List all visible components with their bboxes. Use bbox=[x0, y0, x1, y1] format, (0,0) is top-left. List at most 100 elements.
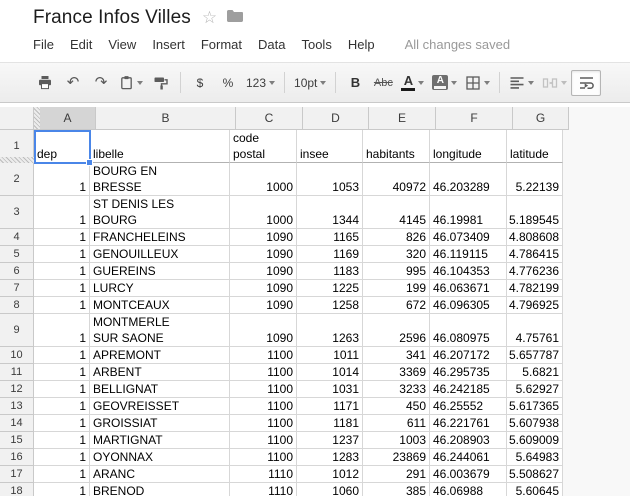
cell-G3[interactable]: 5.189545 bbox=[507, 196, 563, 229]
number-format-button[interactable]: 123 bbox=[242, 71, 279, 95]
row-header-12[interactable]: 12 bbox=[0, 381, 34, 398]
cell-D10[interactable]: 1011 bbox=[297, 347, 363, 364]
row-header-17[interactable]: 17 bbox=[0, 466, 34, 483]
print-button[interactable] bbox=[31, 71, 59, 95]
menu-view[interactable]: View bbox=[108, 37, 136, 52]
cell-G1[interactable]: latitude bbox=[507, 130, 563, 163]
cell-A6[interactable]: 1 bbox=[34, 263, 90, 280]
cell-C2[interactable]: 1000 bbox=[230, 163, 297, 196]
cell-D4[interactable]: 1165 bbox=[297, 229, 363, 246]
cell-B10[interactable]: APREMONT bbox=[90, 347, 230, 364]
menu-edit[interactable]: Edit bbox=[70, 37, 92, 52]
row-header-14[interactable]: 14 bbox=[0, 415, 34, 432]
cell-F1[interactable]: longitude bbox=[430, 130, 507, 163]
cell-G6[interactable]: 4.776236 bbox=[507, 263, 563, 280]
cell-C12[interactable]: 1100 bbox=[230, 381, 297, 398]
cell-A10[interactable]: 1 bbox=[34, 347, 90, 364]
cell-B18[interactable]: BRENOD bbox=[90, 483, 230, 496]
cell-G16[interactable]: 5.64983 bbox=[507, 449, 563, 466]
select-all-corner[interactable] bbox=[0, 107, 34, 130]
cell-G15[interactable]: 5.609009 bbox=[507, 432, 563, 449]
cell-C17[interactable]: 1110 bbox=[230, 466, 297, 483]
cell-E1[interactable]: habitants bbox=[363, 130, 430, 163]
cell-E14[interactable]: 611 bbox=[363, 415, 430, 432]
undo-button[interactable]: ↶ bbox=[59, 71, 87, 95]
cell-C16[interactable]: 1100 bbox=[230, 449, 297, 466]
row-header-10[interactable]: 10 bbox=[0, 347, 34, 364]
cell-E7[interactable]: 199 bbox=[363, 280, 430, 297]
row-header-4[interactable]: 4 bbox=[0, 229, 34, 246]
column-header-A[interactable]: A bbox=[40, 107, 96, 130]
menu-format[interactable]: Format bbox=[201, 37, 242, 52]
cell-D12[interactable]: 1031 bbox=[297, 381, 363, 398]
cell-F6[interactable]: 46.104353 bbox=[430, 263, 507, 280]
cell-A7[interactable]: 1 bbox=[34, 280, 90, 297]
cell-G9[interactable]: 4.75761 bbox=[507, 314, 563, 347]
cell-D18[interactable]: 1060 bbox=[297, 483, 363, 496]
cell-E16[interactable]: 23869 bbox=[363, 449, 430, 466]
cell-A12[interactable]: 1 bbox=[34, 381, 90, 398]
cell-F8[interactable]: 46.096305 bbox=[430, 297, 507, 314]
cell-B7[interactable]: LURCY bbox=[90, 280, 230, 297]
column-header-E[interactable]: E bbox=[369, 107, 436, 130]
borders-button[interactable] bbox=[461, 71, 494, 95]
cell-D1[interactable]: insee bbox=[297, 130, 363, 163]
cell-B11[interactable]: ARBENT bbox=[90, 364, 230, 381]
cell-B14[interactable]: GROISSIAT bbox=[90, 415, 230, 432]
cell-A5[interactable]: 1 bbox=[34, 246, 90, 263]
cell-A18[interactable]: 1 bbox=[34, 483, 90, 496]
cell-B12[interactable]: BELLIGNAT bbox=[90, 381, 230, 398]
menu-insert[interactable]: Insert bbox=[152, 37, 185, 52]
menu-file[interactable]: File bbox=[33, 37, 54, 52]
cell-C4[interactable]: 1090 bbox=[230, 229, 297, 246]
fill-color-button[interactable]: A bbox=[428, 71, 461, 95]
cell-G10[interactable]: 5.657787 bbox=[507, 347, 563, 364]
cell-A4[interactable]: 1 bbox=[34, 229, 90, 246]
fill-handle[interactable] bbox=[86, 159, 93, 166]
cell-E2[interactable]: 40972 bbox=[363, 163, 430, 196]
cell-C6[interactable]: 1090 bbox=[230, 263, 297, 280]
cell-D15[interactable]: 1237 bbox=[297, 432, 363, 449]
text-wrap-button[interactable] bbox=[571, 70, 601, 96]
row-header-9[interactable]: 9 bbox=[0, 314, 34, 347]
freeze-row-handle[interactable] bbox=[0, 157, 34, 163]
cell-D6[interactable]: 1183 bbox=[297, 263, 363, 280]
cell-G12[interactable]: 5.62927 bbox=[507, 381, 563, 398]
cell-F11[interactable]: 46.295735 bbox=[430, 364, 507, 381]
row-header-2[interactable]: 2 bbox=[0, 163, 34, 196]
cell-C8[interactable]: 1090 bbox=[230, 297, 297, 314]
cell-A14[interactable]: 1 bbox=[34, 415, 90, 432]
cell-A11[interactable]: 1 bbox=[34, 364, 90, 381]
row-header-15[interactable]: 15 bbox=[0, 432, 34, 449]
cell-F15[interactable]: 46.208903 bbox=[430, 432, 507, 449]
cell-D13[interactable]: 1171 bbox=[297, 398, 363, 415]
cell-E3[interactable]: 4145 bbox=[363, 196, 430, 229]
cell-C7[interactable]: 1090 bbox=[230, 280, 297, 297]
cell-C14[interactable]: 1100 bbox=[230, 415, 297, 432]
cell-D9[interactable]: 1263 bbox=[297, 314, 363, 347]
cell-G5[interactable]: 4.786415 bbox=[507, 246, 563, 263]
percent-format-button[interactable]: % bbox=[214, 71, 242, 95]
cell-C15[interactable]: 1100 bbox=[230, 432, 297, 449]
cell-B6[interactable]: GUEREINS bbox=[90, 263, 230, 280]
cell-G18[interactable]: 5.60645 bbox=[507, 483, 563, 496]
cell-E15[interactable]: 1003 bbox=[363, 432, 430, 449]
cell-E4[interactable]: 826 bbox=[363, 229, 430, 246]
document-title[interactable]: France Infos Villes bbox=[33, 7, 191, 29]
star-icon[interactable]: ☆ bbox=[202, 10, 217, 27]
cell-B8[interactable]: MONTCEAUX bbox=[90, 297, 230, 314]
column-header-F[interactable]: F bbox=[436, 107, 513, 130]
row-header-16[interactable]: 16 bbox=[0, 449, 34, 466]
cell-D3[interactable]: 1344 bbox=[297, 196, 363, 229]
bold-button[interactable]: B bbox=[341, 71, 369, 95]
cell-G8[interactable]: 4.796925 bbox=[507, 297, 563, 314]
cell-D16[interactable]: 1283 bbox=[297, 449, 363, 466]
row-header-7[interactable]: 7 bbox=[0, 280, 34, 297]
row-header-13[interactable]: 13 bbox=[0, 398, 34, 415]
cell-B3[interactable]: ST DENIS LES BOURG bbox=[90, 196, 230, 229]
cell-F13[interactable]: 46.25552 bbox=[430, 398, 507, 415]
cell-G4[interactable]: 4.808608 bbox=[507, 229, 563, 246]
cell-F16[interactable]: 46.244061 bbox=[430, 449, 507, 466]
folder-icon[interactable] bbox=[227, 9, 243, 27]
cell-F9[interactable]: 46.080975 bbox=[430, 314, 507, 347]
